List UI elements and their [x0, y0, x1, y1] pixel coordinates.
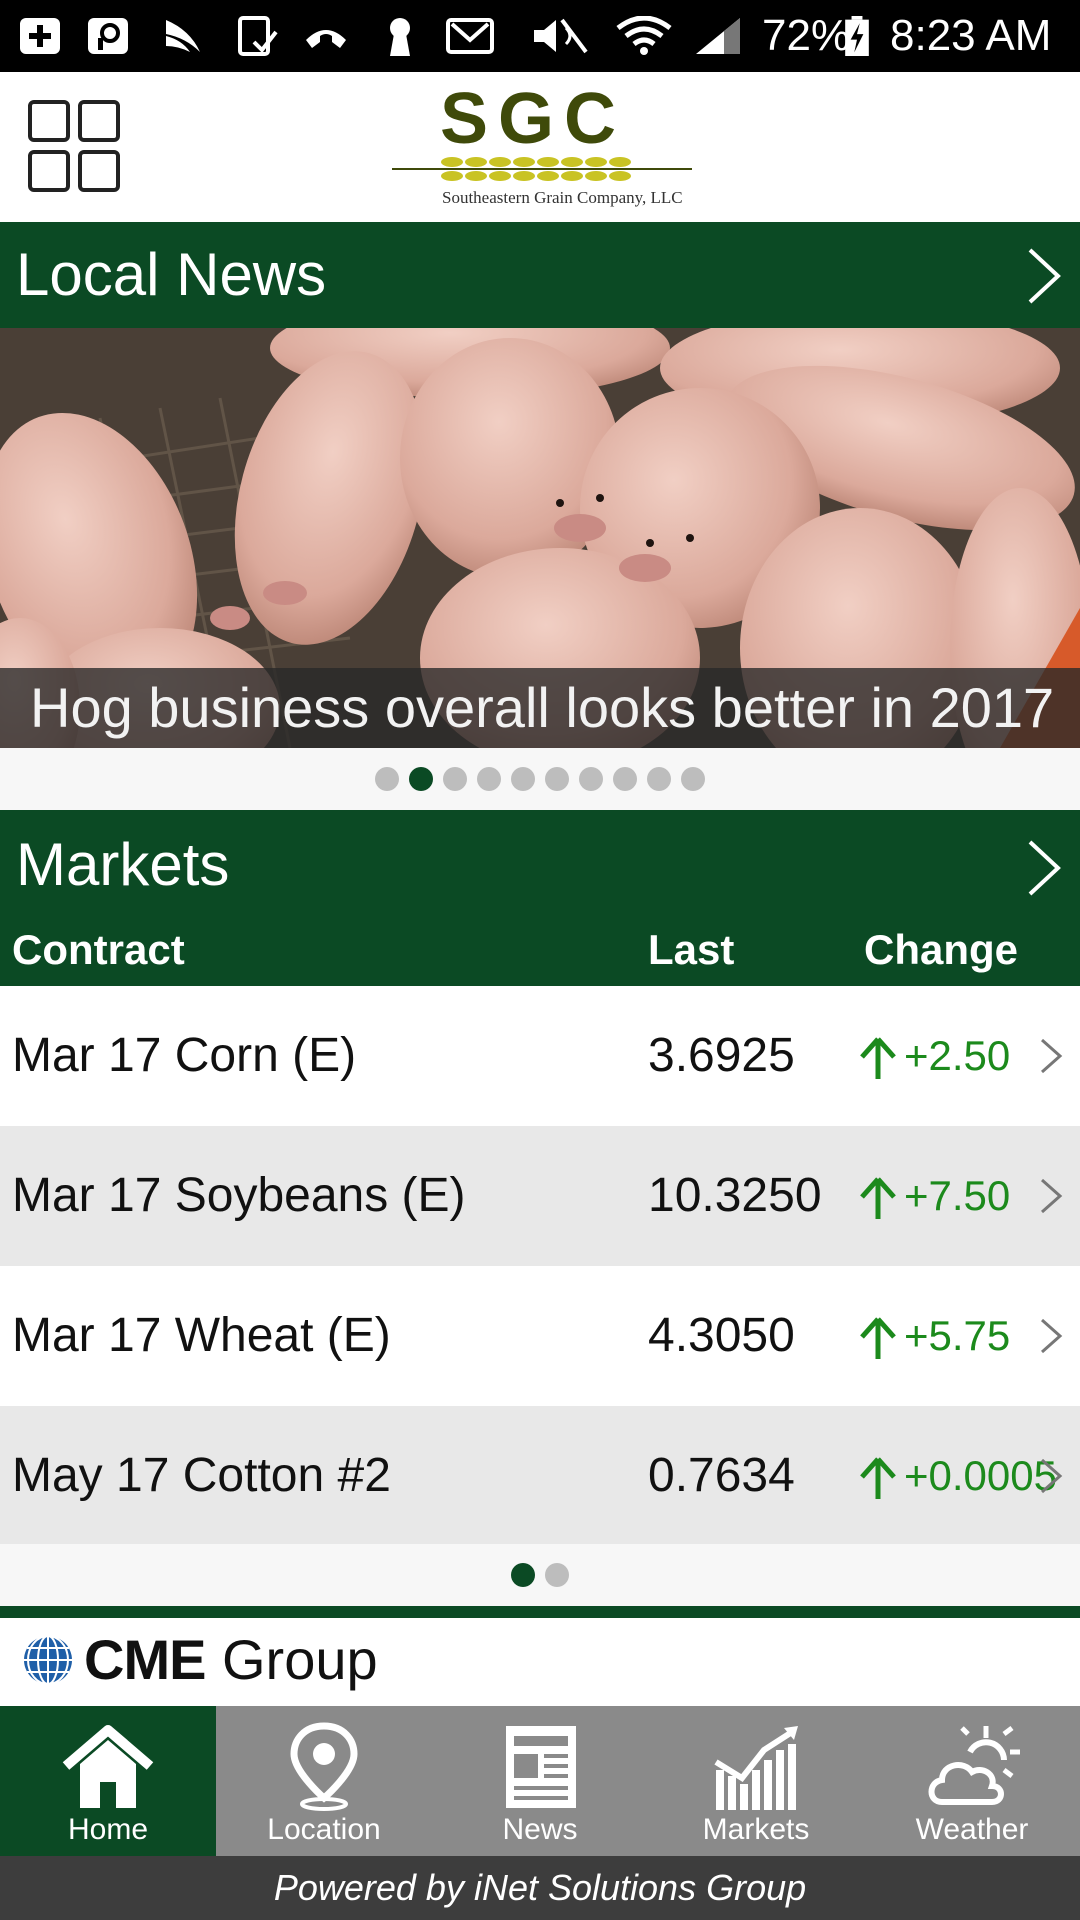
price-change: +0.0005 — [860, 1444, 1057, 1508]
cme-wordmark: CME — [84, 1628, 206, 1691]
chevron-right-icon — [1028, 840, 1061, 896]
mute-icon — [534, 18, 588, 54]
bottom-nav: Home Location News Markets Weather — [0, 1706, 1080, 1856]
status-bar: 72% 8:23 AM — [0, 0, 1080, 72]
last-price: 10.3250 — [648, 1169, 822, 1222]
pager-dot[interactable] — [545, 1562, 569, 1587]
wheat-icon — [392, 157, 692, 181]
column-header-contract: Contract — [12, 926, 185, 973]
sgc-logo: SGC Southeastern Grain Company, LLC — [392, 79, 692, 214]
nav-weather[interactable]: Weather — [864, 1706, 1080, 1856]
chart-icon — [714, 1726, 798, 1810]
app-header: SGC Southeastern Grain Company, LLC — [0, 72, 1080, 222]
sprint-icon — [166, 20, 200, 52]
chevron-right-icon — [1041, 1458, 1063, 1494]
arrow-up-icon — [860, 1037, 896, 1079]
nav-location[interactable]: Location — [216, 1706, 432, 1856]
pager-dot[interactable] — [545, 766, 569, 791]
pager-dot[interactable] — [375, 766, 399, 791]
location-pin-icon — [290, 1722, 358, 1811]
search-box-icon — [88, 18, 128, 54]
arrow-up-icon — [860, 1317, 896, 1359]
market-row[interactable]: May 17 Cotton #2 0.7634 +0.0005 — [0, 1406, 1080, 1544]
pager-dot[interactable] — [647, 766, 671, 791]
nav-home[interactable]: Home — [0, 1706, 216, 1856]
local-news-title: Local News — [16, 241, 327, 308]
chevron-right-icon — [1041, 1318, 1063, 1354]
battery-percent: 72% — [762, 11, 851, 60]
price-change: +5.75 — [860, 1304, 1010, 1368]
grid-menu-icon[interactable] — [28, 100, 122, 194]
news-headline: Hog business overall looks better in 201… — [30, 676, 1055, 739]
news-caption-bar: Hog business overall looks better in 201… — [0, 668, 1080, 748]
local-news-header[interactable]: Local News — [0, 222, 1080, 328]
home-icon — [62, 1725, 154, 1808]
chevron-right-icon — [1028, 248, 1061, 304]
divider — [0, 1606, 1080, 1618]
globe-icon — [24, 1635, 72, 1685]
market-row[interactable]: Mar 17 Soybeans (E) 10.3250 +7.50 — [0, 1126, 1080, 1266]
gmail-icon — [446, 18, 494, 54]
newspaper-icon — [506, 1726, 576, 1808]
nav-markets[interactable]: Markets — [648, 1706, 864, 1856]
column-header-change: Change — [864, 926, 1019, 973]
nav-news[interactable]: News — [432, 1706, 648, 1856]
contract-name: Mar 17 Corn (E) — [12, 1029, 357, 1082]
news-pager — [0, 748, 1080, 810]
voicemail-icon — [306, 30, 346, 48]
pager-dot[interactable] — [443, 766, 467, 791]
pager-dot[interactable] — [511, 766, 535, 791]
market-row[interactable]: Mar 17 Corn (E) 3.6925 +2.50 — [0, 986, 1080, 1126]
markets-pager — [0, 1544, 1080, 1606]
arrow-up-icon — [860, 1177, 896, 1219]
status-time: 8:23 AM — [890, 11, 1052, 60]
price-change: +2.50 — [860, 1024, 1010, 1088]
market-row[interactable]: Mar 17 Wheat (E) 4.3050 +5.75 — [0, 1266, 1080, 1406]
pager-dot[interactable] — [579, 766, 603, 791]
column-header-last: Last — [648, 926, 735, 973]
last-price: 0.7634 — [648, 1449, 795, 1502]
cme-group-logo[interactable]: CME Group — [0, 1618, 1080, 1706]
pager-dot[interactable] — [613, 766, 637, 791]
chevron-right-icon — [1041, 1038, 1063, 1074]
news-slide[interactable]: Hog business overall looks better in 201… — [0, 328, 1080, 748]
pager-dot[interactable] — [477, 766, 501, 791]
chevron-right-icon — [1041, 1178, 1063, 1214]
powered-by-footer: Powered by iNet Solutions Group — [0, 1856, 1080, 1920]
keyhole-icon — [390, 18, 410, 56]
markets-title: Markets — [16, 831, 230, 898]
battery-charging-icon — [845, 16, 869, 56]
contract-name: May 17 Cotton #2 — [12, 1449, 391, 1502]
wifi-icon — [616, 16, 672, 55]
signal-icon — [696, 18, 740, 54]
contract-name: Mar 17 Wheat (E) — [12, 1309, 391, 1362]
pager-dot[interactable] — [409, 766, 433, 791]
last-price: 3.6925 — [648, 1029, 795, 1082]
group-wordmark: Group — [222, 1628, 378, 1691]
contract-name: Mar 17 Soybeans (E) — [12, 1169, 466, 1222]
partly-cloudy-icon — [928, 1726, 1020, 1805]
pager-dot[interactable] — [511, 1562, 535, 1587]
arrow-up-icon — [860, 1457, 896, 1499]
add-box-icon — [20, 18, 60, 54]
tablet-check-icon — [238, 16, 278, 56]
price-change: +7.50 — [860, 1164, 1010, 1228]
pager-dot[interactable] — [681, 766, 705, 791]
last-price: 4.3050 — [648, 1309, 795, 1362]
